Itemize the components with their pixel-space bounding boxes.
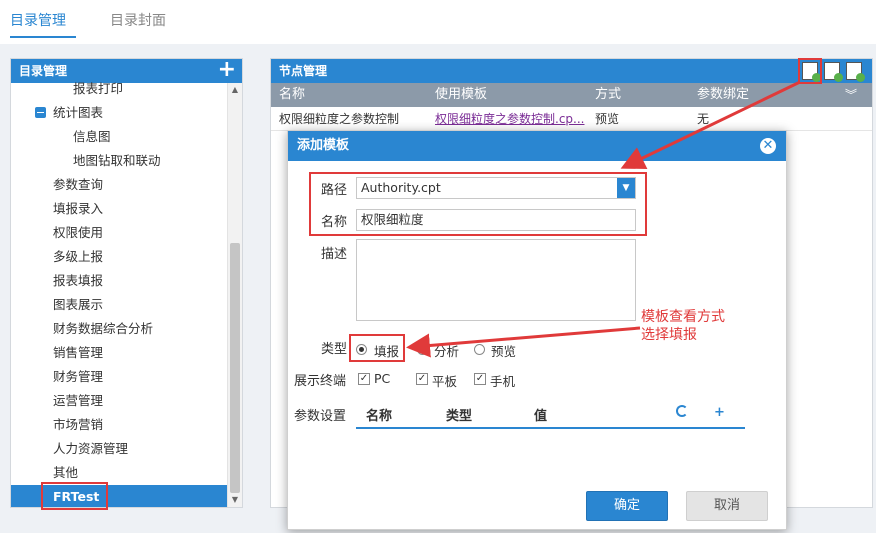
param-settings-label: 参数设置 (294, 409, 347, 424)
tree-item-sales-mgmt[interactable]: 销售管理 (53, 341, 103, 365)
add-directory-icon[interactable]: + (218, 59, 236, 81)
add-link-icon[interactable] (824, 62, 843, 82)
tree-item-chart-display[interactable]: 图表展示 (53, 293, 103, 317)
add-param-icon[interactable]: + (714, 405, 725, 420)
top-tab-bar: 目录管理 目录封面 (0, 0, 876, 44)
tree-item-marketing[interactable]: 市场营销 (53, 413, 103, 437)
terminal-tablet-label[interactable]: 平板 (432, 371, 457, 390)
param-col-value: 值 (534, 409, 548, 424)
type-analysis-label[interactable]: 分析 (434, 341, 459, 360)
param-col-name: 名称 (366, 409, 393, 424)
annotation-line-2: 选择填报 (641, 327, 697, 343)
type-analysis-radio[interactable] (417, 344, 428, 355)
col-template: 使用模板 (435, 87, 488, 102)
annotation-text: 模板查看方式 选择填报 (641, 308, 725, 344)
tree-item-ops-mgmt[interactable]: 运营管理 (53, 389, 103, 413)
description-label: 描述 (321, 247, 348, 262)
tree-item-hr-mgmt[interactable]: 人力资源管理 (53, 437, 128, 461)
terminal-pc-label[interactable]: PC (374, 371, 390, 386)
highlight-frtest-box (41, 482, 108, 510)
node-panel-title: 节点管理 (279, 64, 328, 78)
tree-item-info-chart[interactable]: 信息图 (73, 125, 111, 149)
node-panel-header: 节点管理 (271, 59, 872, 83)
col-param-bind: 参数绑定 (697, 87, 750, 102)
dialog-header: 添加模板 ✕ (288, 131, 786, 161)
type-label: 类型 (321, 342, 348, 357)
param-table-header: 名称 类型 值 + (356, 401, 745, 429)
active-tab-indicator (10, 36, 76, 38)
close-icon[interactable]: ✕ (760, 138, 776, 154)
tree-item-multi-report[interactable]: 多级上报 (53, 245, 103, 269)
directory-panel-title: 目录管理 (19, 64, 68, 78)
row-param-bind: 无 (697, 112, 710, 126)
tree-scrollbar[interactable]: ▲ ▼ (227, 83, 242, 507)
highlight-fill-radio-box (349, 334, 405, 362)
cancel-button[interactable]: 取消 (686, 491, 768, 521)
tree-item-report-fill[interactable]: 报表填报 (53, 269, 103, 293)
tab-directory-cover[interactable]: 目录封面 (110, 10, 166, 30)
highlight-path-name-box (309, 172, 647, 236)
collapse-chevrons-icon[interactable]: ︾ (845, 83, 857, 107)
terminal-phone-checkbox[interactable]: ✓ (474, 373, 486, 385)
tree-item-permission-use[interactable]: 权限使用 (53, 221, 103, 245)
add-file-icon[interactable] (846, 62, 865, 82)
col-name: 名称 (279, 87, 306, 102)
collapse-icon[interactable] (35, 107, 46, 118)
tree-item-fill-entry[interactable]: 填报录入 (53, 197, 103, 221)
table-row[interactable]: 权限细粒度之参数控制 权限细粒度之参数控制.cp... 预览 无 (271, 107, 872, 131)
terminal-phone-label[interactable]: 手机 (490, 371, 515, 390)
row-template-link[interactable]: 权限细粒度之参数控制.cp... (435, 107, 584, 131)
node-table-header: 名称 使用模板 方式 参数绑定 ︾ (271, 83, 872, 107)
scroll-down-arrow-icon[interactable]: ▼ (228, 493, 242, 507)
directory-tree-panel: 目录管理 + 报表打印 统计图表 信息图 地图钻取和联动 参数查询 填报录入 权… (10, 58, 243, 508)
tree-item-finance-analysis[interactable]: 财务数据综合分析 (53, 317, 153, 341)
type-preview-radio[interactable] (474, 344, 485, 355)
terminal-pc-checkbox[interactable]: ✓ (358, 373, 370, 385)
tab-directory-management[interactable]: 目录管理 (10, 10, 66, 30)
row-mode: 预览 (595, 112, 620, 126)
tree-item-report-print[interactable]: 报表打印 (73, 77, 123, 101)
type-preview-label[interactable]: 预览 (491, 341, 516, 360)
tree-item-param-query[interactable]: 参数查询 (53, 173, 103, 197)
dialog-title: 添加模板 (297, 138, 350, 153)
col-mode: 方式 (595, 87, 622, 102)
terminal-tablet-checkbox[interactable]: ✓ (416, 373, 428, 385)
annotation-line-1: 模板查看方式 (641, 309, 725, 325)
tree-item-finance-mgmt[interactable]: 财务管理 (53, 365, 103, 389)
directory-panel-header: 目录管理 + (11, 59, 242, 83)
row-name: 权限细粒度之参数控制 (279, 112, 400, 126)
param-col-type: 类型 (446, 409, 473, 424)
directory-tree: 报表打印 统计图表 信息图 地图钻取和联动 参数查询 填报录入 权限使用 多级上… (11, 81, 229, 507)
terminal-label: 展示终端 (294, 374, 347, 389)
highlight-add-template-box (798, 58, 822, 84)
tree-item-label: 统计图表 (53, 105, 104, 120)
description-textarea[interactable] (356, 239, 636, 321)
tree-item-stat-charts[interactable]: 统计图表 (33, 101, 213, 125)
refresh-icon[interactable] (676, 405, 688, 417)
confirm-button[interactable]: 确定 (586, 491, 668, 521)
scroll-thumb[interactable] (230, 243, 240, 493)
scroll-up-arrow-icon[interactable]: ▲ (228, 83, 242, 97)
tree-item-map-drill[interactable]: 地图钻取和联动 (73, 149, 161, 173)
